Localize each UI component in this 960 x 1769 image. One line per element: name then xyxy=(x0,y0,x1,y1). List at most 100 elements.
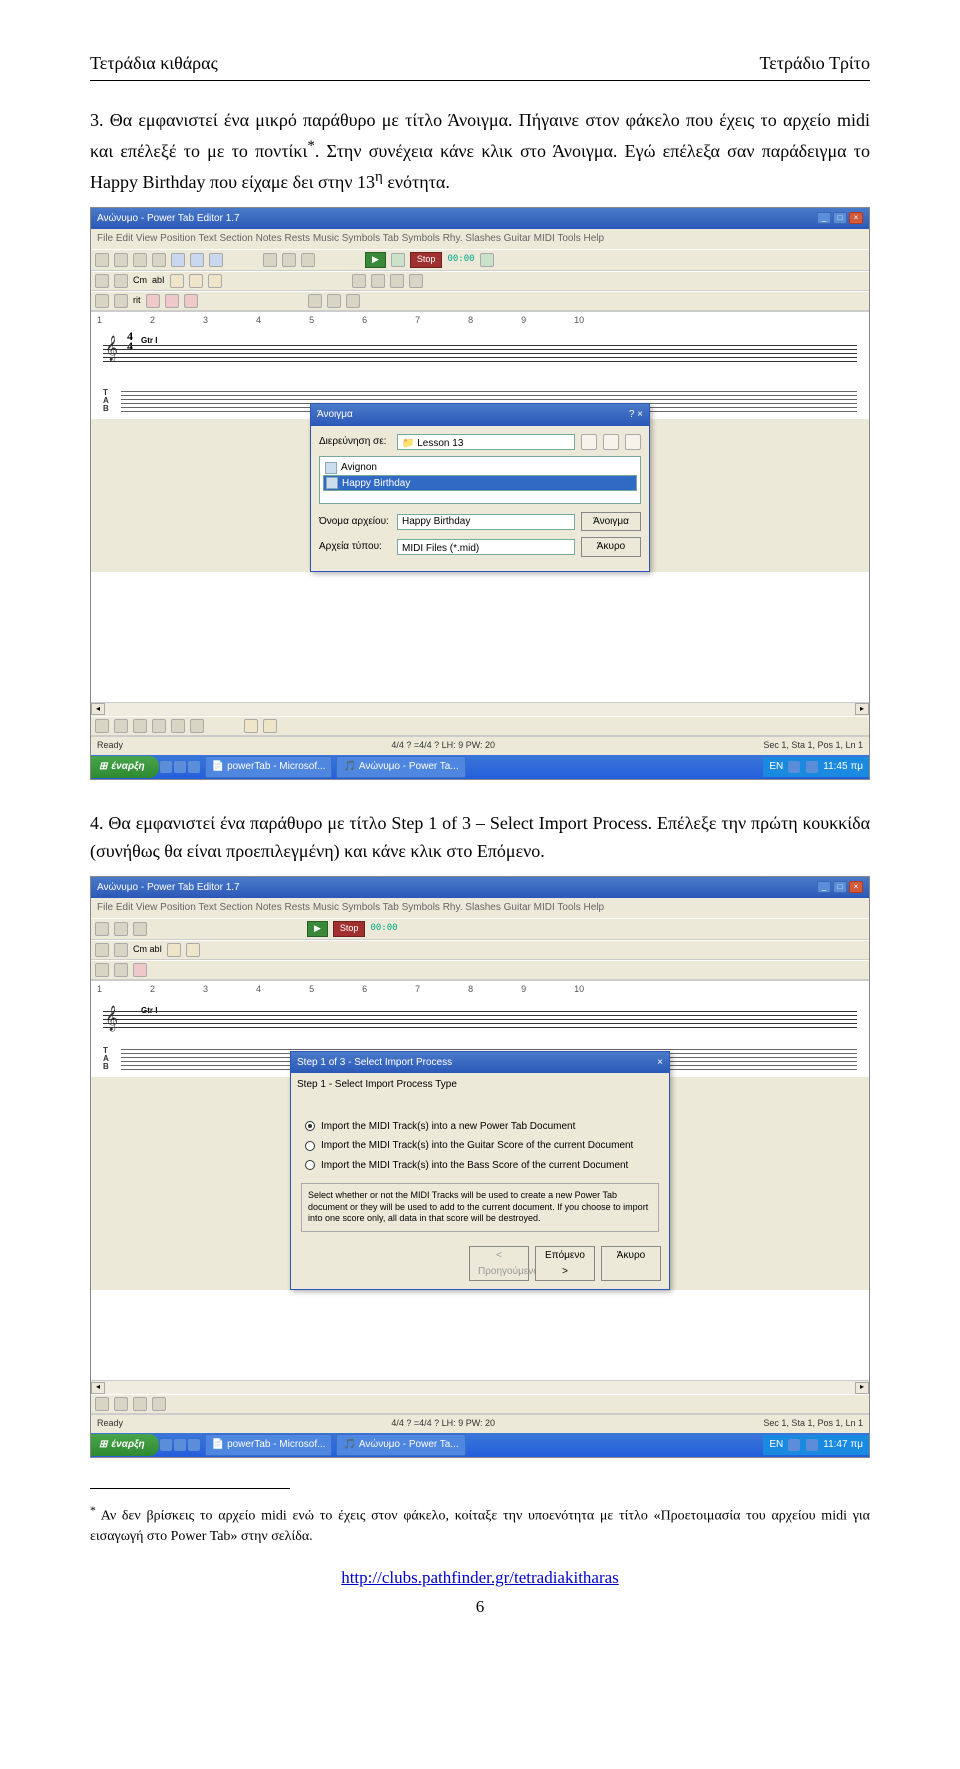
rest-icon[interactable] xyxy=(244,719,258,733)
scroll-right-button[interactable]: ▸ xyxy=(855,1382,869,1394)
note-icon[interactable] xyxy=(133,1397,147,1411)
scroll-left-button[interactable]: ◂ xyxy=(91,703,105,715)
play-button[interactable]: ▶ xyxy=(307,921,328,937)
cancel-button[interactable]: Άκυρο xyxy=(601,1246,661,1281)
toolbar-row-bottom[interactable] xyxy=(91,716,869,736)
print-icon[interactable] xyxy=(152,253,166,267)
lang-indicator[interactable]: EN xyxy=(769,759,783,775)
note-icon[interactable] xyxy=(189,274,203,288)
toolbar-row-2[interactable]: Cm abI xyxy=(91,940,869,960)
note-icon[interactable] xyxy=(190,719,204,733)
scroll-track[interactable] xyxy=(105,703,855,715)
save-icon[interactable] xyxy=(133,253,147,267)
filetype-select[interactable]: MIDI Files (*.mid) xyxy=(397,539,575,555)
dialog-help-icon[interactable]: ? × xyxy=(629,407,643,423)
metronome-icon[interactable] xyxy=(480,253,494,267)
radio-icon[interactable] xyxy=(305,1141,315,1151)
symbol-icon[interactable] xyxy=(352,274,366,288)
note-icon[interactable] xyxy=(114,1397,128,1411)
play-button[interactable]: ▶ xyxy=(365,252,386,268)
file-list[interactable]: Avignon Happy Birthday xyxy=(319,456,641,504)
tool-icon[interactable] xyxy=(114,943,128,957)
next-button[interactable]: Επόμενο > xyxy=(535,1246,595,1281)
stop-button[interactable]: Stop xyxy=(410,252,443,268)
maximize-button[interactable]: □ xyxy=(833,881,847,893)
scroll-left-button[interactable]: ◂ xyxy=(91,1382,105,1394)
menu-bar[interactable]: File Edit View Position Text Section Not… xyxy=(91,898,869,918)
tool-icon[interactable] xyxy=(95,963,109,977)
note-value-icon[interactable] xyxy=(95,294,109,308)
taskbar-task[interactable]: 🎵 Ανώνυμο - Power Ta... xyxy=(336,756,465,778)
note-icon[interactable] xyxy=(152,719,166,733)
bold-icon[interactable] xyxy=(263,253,277,267)
menu-bar[interactable]: File Edit View Position Text Section Not… xyxy=(91,229,869,249)
note-icon[interactable] xyxy=(208,274,222,288)
tool-icon[interactable] xyxy=(114,922,128,936)
scroll-right-button[interactable]: ▸ xyxy=(855,703,869,715)
cut-icon[interactable] xyxy=(171,253,185,267)
radio-option-guitar-score[interactable]: Import the MIDI Track(s) into the Guitar… xyxy=(305,1138,655,1154)
minimize-button[interactable]: _ xyxy=(817,212,831,224)
file-item[interactable]: Avignon xyxy=(323,460,637,476)
tool-icon[interactable] xyxy=(167,943,181,957)
quicklaunch-icon[interactable] xyxy=(160,1439,172,1451)
quicklaunch-icon[interactable] xyxy=(174,761,186,773)
toolbar-row-bottom[interactable] xyxy=(91,1394,869,1414)
articulation-icon[interactable] xyxy=(184,294,198,308)
up-folder-icon[interactable] xyxy=(581,434,597,450)
quicklaunch-icon[interactable] xyxy=(188,1439,200,1451)
toolbar-row-1[interactable]: ▶ Stop 00:00 xyxy=(91,918,869,940)
taskbar-task[interactable]: 🎵 Ανώνυμο - Power Ta... xyxy=(336,1434,465,1456)
tray-icon[interactable] xyxy=(788,761,800,773)
tool-icon[interactable] xyxy=(133,922,147,936)
view-icon[interactable] xyxy=(625,434,641,450)
system-tray[interactable]: EN 11:47 πμ xyxy=(763,1435,869,1455)
open-icon[interactable] xyxy=(114,253,128,267)
note-value-icon[interactable] xyxy=(114,294,128,308)
toolbar-row-1[interactable]: ▶ Stop 00:00 xyxy=(91,249,869,271)
italic-icon[interactable] xyxy=(282,253,296,267)
tool-icon[interactable] xyxy=(133,963,147,977)
toolbar-row-2[interactable]: CmabI xyxy=(91,271,869,291)
filename-input[interactable] xyxy=(397,514,575,530)
taskbar-task[interactable]: 📄 powerTab - Microsof... xyxy=(205,756,333,778)
note-icon[interactable] xyxy=(171,719,185,733)
note-icon[interactable] xyxy=(114,719,128,733)
symbol-icon[interactable] xyxy=(371,274,385,288)
note-icon[interactable] xyxy=(170,274,184,288)
start-button[interactable]: ⊞ έναρξη xyxy=(91,1434,159,1456)
underline-icon[interactable] xyxy=(301,253,315,267)
tool-icon[interactable] xyxy=(186,943,200,957)
tool-icon[interactable] xyxy=(114,963,128,977)
tool-icon[interactable] xyxy=(95,922,109,936)
cancel-button[interactable]: Άκυρο xyxy=(581,537,641,557)
misc-icon[interactable] xyxy=(346,294,360,308)
note-icon[interactable] xyxy=(133,719,147,733)
quicklaunch-icon[interactable] xyxy=(188,761,200,773)
tray-icon[interactable] xyxy=(806,761,818,773)
paste-icon[interactable] xyxy=(209,253,223,267)
taskbar-task[interactable]: 📄 powerTab - Microsof... xyxy=(205,1434,333,1456)
start-button[interactable]: ⊞ έναρξη xyxy=(91,756,159,778)
misc-icon[interactable] xyxy=(308,294,322,308)
tool-icon[interactable] xyxy=(114,274,128,288)
minimize-button[interactable]: _ xyxy=(817,881,831,893)
symbol-icon[interactable] xyxy=(409,274,423,288)
tray-icon[interactable] xyxy=(788,1439,800,1451)
note-icon[interactable] xyxy=(152,1397,166,1411)
articulation-icon[interactable] xyxy=(146,294,160,308)
radio-option-bass-score[interactable]: Import the MIDI Track(s) into the Bass S… xyxy=(305,1158,655,1174)
tray-icon[interactable] xyxy=(806,1439,818,1451)
quicklaunch-icon[interactable] xyxy=(174,1439,186,1451)
lang-indicator[interactable]: EN xyxy=(769,1437,783,1453)
dialog-close-icon[interactable]: × xyxy=(657,1055,663,1071)
close-button[interactable]: × xyxy=(849,881,863,893)
articulation-icon[interactable] xyxy=(165,294,179,308)
radio-icon[interactable] xyxy=(305,1160,315,1170)
misc-icon[interactable] xyxy=(327,294,341,308)
folder-select[interactable]: 📁 Lesson 13 xyxy=(397,434,575,450)
note-icon[interactable] xyxy=(95,719,109,733)
quicklaunch-icon[interactable] xyxy=(160,761,172,773)
open-button[interactable]: Άνοιγμα xyxy=(581,512,641,532)
note-icon[interactable] xyxy=(95,1397,109,1411)
